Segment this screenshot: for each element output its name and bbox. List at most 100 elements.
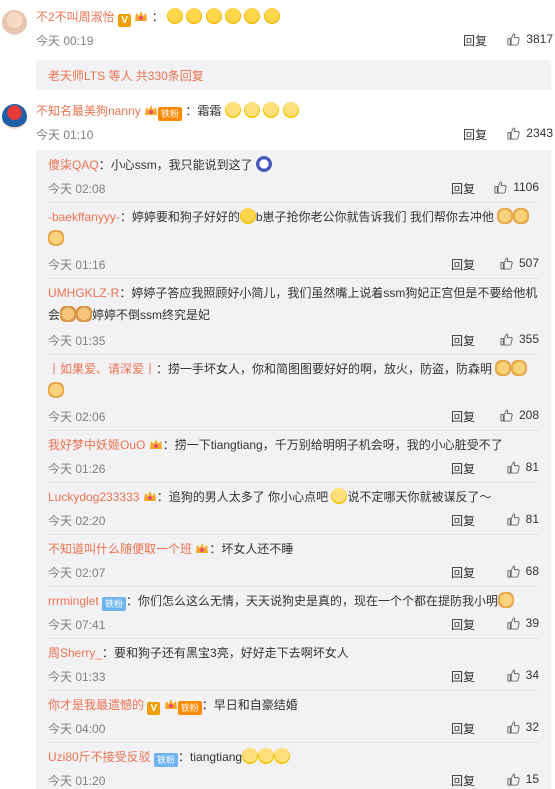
reply-button[interactable]: 回复: [451, 256, 475, 273]
reply-time: 今天 01:33: [48, 670, 106, 684]
reply-time: 今天 02:08: [48, 182, 106, 196]
reply-button[interactable]: 回复: [451, 512, 475, 529]
reply-text: 说不定哪天你就被谋反了～: [347, 490, 492, 504]
divider: [48, 586, 539, 587]
verified-icon: V: [118, 14, 132, 27]
dog-emoji-icon: [495, 360, 512, 376]
thumb-up-icon: [507, 126, 520, 140]
reply-body: Uzi80斤不接受反驳 铁粉 ：tiangtiang: [48, 748, 539, 767]
username[interactable]: 丨如果爱、请深爱丨: [48, 362, 156, 376]
reply-item: 周Sherry_：要和狗子还有黑宝3亮，好好走下去啊坏女人 今天 01:33 回…: [48, 644, 539, 690]
crying-emoji-icon: [263, 8, 280, 24]
reply-body-continued: [48, 382, 539, 400]
like-count: 34: [525, 668, 539, 682]
comment-body: 不2不叫周淑怡 V ：: [36, 8, 545, 27]
like-button[interactable]: 1106: [494, 180, 539, 194]
paw-emoji-icon: [76, 306, 93, 322]
tie-fan-badge: 铁粉: [154, 753, 179, 767]
username[interactable]: 不知名最美狗nanny: [36, 104, 141, 118]
like-count: 81: [525, 512, 539, 526]
like-button[interactable]: 68: [507, 564, 539, 578]
username[interactable]: 傻柒QAQ: [48, 158, 99, 172]
sweat-emoji-icon: [331, 488, 348, 504]
username[interactable]: -baekffanyyy-: [48, 210, 120, 224]
username[interactable]: 你才是我最遗憾的: [48, 698, 144, 712]
username[interactable]: Uzi80斤不接受反驳: [48, 750, 151, 764]
username[interactable]: rrrminglet: [48, 594, 99, 608]
like-button[interactable]: 15: [507, 772, 539, 786]
like-button[interactable]: 34: [507, 668, 539, 682]
thumb-up-icon: [494, 180, 507, 194]
reply-button[interactable]: 回复: [451, 408, 475, 425]
verified-icon: V: [147, 702, 161, 715]
crown-icon: [135, 11, 148, 21]
tie-fan-badge: 铁粉: [102, 597, 127, 611]
username[interactable]: 周Sherry_: [48, 646, 102, 660]
like-button[interactable]: 81: [507, 512, 539, 526]
comment-body: 不知名最美狗nanny 铁粉 ：霜霜: [36, 102, 545, 121]
like-button[interactable]: 81: [507, 460, 539, 474]
like-button[interactable]: 39: [507, 616, 539, 630]
replies-box: 傻柒QAQ：小心ssm，我只能说到这了 今天 02:08 回复 1106 -ba…: [36, 150, 551, 789]
reply-body: 不知道叫什么随便取一个班 ：坏女人还不睡: [48, 540, 539, 558]
like-button[interactable]: 32: [507, 720, 539, 734]
divider: [48, 202, 539, 203]
avatar[interactable]: [2, 10, 27, 35]
reply-text: ：坏女人还不睡: [209, 542, 294, 556]
divider: [48, 690, 539, 691]
username[interactable]: 不2不叫周淑怡: [36, 10, 115, 24]
reply-text: b崽子抢你老公你就告诉我们 我们帮你去冲他: [255, 210, 494, 224]
thumb-up-icon: [507, 668, 520, 682]
reply-button[interactable]: 回复: [451, 180, 475, 197]
reply-time: 今天 01:16: [48, 258, 106, 272]
crying-emoji-icon: [239, 208, 256, 224]
reply-button[interactable]: 回复: [463, 126, 487, 143]
divider: [48, 278, 539, 279]
reply-text: ：捞一手坏女人，你和简图图要好好的啊，放火，防盗，防森明: [156, 362, 493, 376]
like-button[interactable]: 2343: [507, 126, 553, 140]
reply-item: UMHGKLZ·R：婷婷子答应我照顾好小简儿，我们虽然嘴上说着ssm狗妃正宫但是…: [48, 284, 539, 352]
reply-button[interactable]: 回复: [451, 720, 475, 737]
username[interactable]: 我好梦中妖姬OuO: [48, 438, 145, 452]
reply-button[interactable]: 回复: [451, 332, 475, 349]
username[interactable]: UMHGKLZ·R: [48, 286, 119, 300]
reply-text: ：婷婷子答应我照顾好小简儿，我们虽然嘴上说着ssm狗妃正宫但是不要给他机: [119, 286, 538, 300]
like-button[interactable]: 3817: [507, 32, 553, 46]
thumb-up-icon: [500, 332, 513, 346]
like-count: 39: [525, 616, 539, 630]
avatar[interactable]: [2, 104, 27, 129]
reply-body: 周Sherry_：要和狗子还有黑宝3亮，好好走下去啊坏女人: [48, 644, 539, 662]
comment-time: 今天 01:10: [36, 128, 94, 142]
divider: [48, 430, 539, 431]
thumb-up-icon: [507, 32, 520, 46]
reply-button[interactable]: 回复: [451, 460, 475, 477]
reply-body: 傻柒QAQ：小心ssm，我只能说到这了: [48, 156, 539, 174]
like-count: 81: [525, 460, 539, 474]
like-button[interactable]: 355: [500, 332, 539, 346]
crown-icon: [143, 491, 156, 501]
like-count: 507: [518, 256, 539, 270]
more-replies-link[interactable]: 老天师LTS 等人 共330条回复: [48, 67, 204, 84]
reply-button[interactable]: 回复: [463, 32, 487, 49]
reply-button[interactable]: 回复: [451, 668, 475, 685]
comment-text: ：: [151, 10, 164, 24]
username[interactable]: Luckydog233333: [48, 490, 139, 504]
reply-button[interactable]: 回复: [451, 772, 475, 789]
username[interactable]: 不知道叫什么随便取一个班: [48, 542, 192, 556]
reply-text: ：要和狗子还有黑宝3亮，好好走下去啊坏女人: [102, 646, 349, 660]
reply-item: 你才是我最遗憾的 V 铁粉 ：早日和自豪结婚 今天 04:00 回复 32: [48, 696, 539, 742]
reply-time: 今天 02:07: [48, 566, 106, 580]
reply-button[interactable]: 回复: [451, 616, 475, 633]
reply-text: ：你们怎么这么无情，天天说狗史是真的，现在一个个都在提防我小明: [126, 594, 499, 608]
like-button[interactable]: 507: [500, 256, 539, 270]
reply-time: 今天 07:41: [48, 618, 106, 632]
dog-emoji-icon: [48, 230, 64, 246]
like-button[interactable]: 208: [500, 408, 539, 422]
reply-item: 不知道叫什么随便取一个班 ：坏女人还不睡 今天 02:07 回复 68: [48, 540, 539, 586]
fan-badge: 铁粉: [158, 107, 183, 121]
reply-text: ：婷婷要和狗子好好的: [119, 210, 240, 224]
reply-time: 今天 02:20: [48, 514, 106, 528]
pleading-emoji-icon: [274, 748, 291, 764]
reply-button[interactable]: 回复: [451, 564, 475, 581]
paw-emoji-icon: [60, 306, 77, 322]
